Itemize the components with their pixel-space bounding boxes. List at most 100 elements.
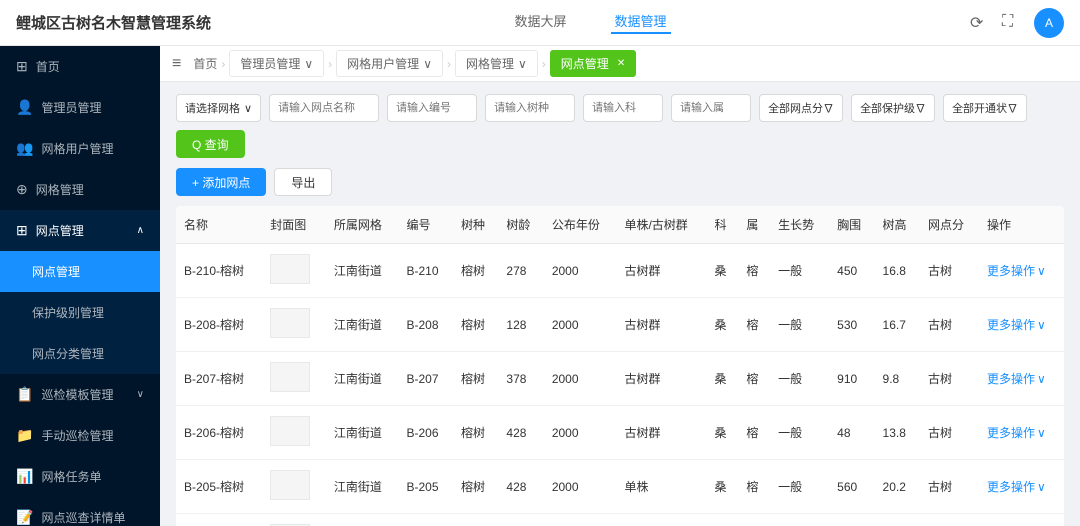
ops-chevron-icon: ∨ [1037, 318, 1046, 332]
cell-growth: 较差 [770, 514, 829, 526]
sidebar-item-patrol-detail[interactable]: 📝 网点巡查详情单 [0, 497, 160, 526]
col-ke: 科 [707, 206, 739, 244]
ops-chevron-icon: ∨ [1037, 480, 1046, 494]
cell-shu: 榕 [738, 352, 770, 406]
app-header: 鲤城区古树名木智慧管理系统 数据大屏 数据管理 ⟳ ⛶ A [0, 0, 1080, 46]
ops-chevron-icon: ∨ [1037, 426, 1046, 440]
nav-data-screen[interactable]: 数据大屏 [510, 11, 570, 34]
cell-year: 2000 [544, 244, 617, 298]
export-button[interactable]: 导出 [274, 168, 332, 196]
sidebar-item-patrol-template[interactable]: 📋 巡检模板管理 ∨ [0, 374, 160, 415]
cell-shu: 榕 [738, 514, 770, 526]
cell-height: 14.2 [875, 514, 920, 526]
node-no-input[interactable] [387, 94, 477, 122]
table-row: B-206-榕树 江南街道 B-206 榕树 428 2000 古树群 桑 榕 … [176, 406, 1064, 460]
cell-ke: 桑 [707, 406, 739, 460]
cell-ops[interactable]: 更多操作 ∨ [979, 406, 1064, 460]
cell-shu: 榕 [738, 460, 770, 514]
more-ops-button[interactable]: 更多操作 ∨ [987, 478, 1056, 495]
cell-score: 古树 [920, 298, 979, 352]
cell-cover [262, 298, 326, 352]
sidebar-item-grid-task[interactable]: 📊 网格任务单 [0, 456, 160, 497]
cell-ops[interactable]: 更多操作 ∨ [979, 460, 1064, 514]
sidebar-item-home[interactable]: ⊞ 首页 [0, 46, 160, 87]
sidebar-toggle-icon[interactable]: ≡ [172, 55, 181, 73]
cell-ops[interactable]: 更多操作 ∨ [979, 514, 1064, 526]
more-ops-button[interactable]: 更多操作 ∨ [987, 262, 1056, 279]
cell-ke: 桑 [707, 244, 739, 298]
sidebar-item-admin[interactable]: 👤 管理员管理 [0, 87, 160, 128]
col-ops: 操作 [979, 206, 1064, 244]
cell-network: 常泰街道 [326, 514, 399, 526]
breadcrumb-tab-grid-manage[interactable]: 网格管理 ∨ [455, 50, 538, 77]
cell-name: B-206-榕树 [176, 406, 262, 460]
table-row: B-210-榕树 江南街道 B-210 榕树 278 2000 古树群 桑 榕 … [176, 244, 1064, 298]
avatar[interactable]: A [1034, 8, 1064, 38]
sidebar-item-node-list[interactable]: 网点管理 [0, 251, 160, 292]
cell-score: 古树 [920, 514, 979, 526]
col-tree-type: 树种 [453, 206, 498, 244]
protection-level-select[interactable]: 全部保护级∇ [851, 94, 935, 122]
fullscreen-icon[interactable]: ⛶ [1002, 13, 1022, 33]
more-ops-button[interactable]: 更多操作 ∨ [987, 424, 1056, 441]
more-ops-button[interactable]: 更多操作 ∨ [987, 370, 1056, 387]
sidebar-item-manual-patrol[interactable]: 📁 手动巡检管理 [0, 415, 160, 456]
cell-cover [262, 352, 326, 406]
shu-input[interactable] [671, 94, 751, 122]
cell-code: B-210 [398, 244, 453, 298]
cell-chest: 910 [829, 352, 874, 406]
sidebar-group-node-header[interactable]: ⊞ 网点管理 ∧ [0, 210, 160, 251]
cell-height: 16.8 [875, 244, 920, 298]
sidebar-item-grid-user[interactable]: 👥 网格用户管理 [0, 128, 160, 169]
cell-name: B-208-榕树 [176, 298, 262, 352]
col-shu: 属 [738, 206, 770, 244]
sidebar-item-protection-level[interactable]: 保护级别管理 [0, 292, 160, 333]
ops-chevron-icon: ∨ [1037, 372, 1046, 386]
cell-single-group: 单株 [616, 514, 706, 526]
cell-code: B-208 [398, 298, 453, 352]
add-node-button[interactable]: + 添加网点 [176, 168, 266, 196]
breadcrumb-tab-grid-user[interactable]: 网格用户管理 ∨ [336, 50, 443, 77]
sidebar-group-node: ⊞ 网点管理 ∧ 网点管理 保护级别管理 网点分类管理 [0, 210, 160, 374]
cell-height: 13.8 [875, 406, 920, 460]
table-header-row: 名称 封面图 所属网格 编号 树种 树龄 公布年份 单株/古树群 科 属 生长势… [176, 206, 1064, 244]
cell-tree-type: 榕树 [453, 244, 498, 298]
node-score-select[interactable]: 全部网点分∇ [759, 94, 843, 122]
refresh-icon[interactable]: ⟳ [970, 13, 990, 33]
cell-ke: 桑 [707, 298, 739, 352]
network-select[interactable]: 请选择网格 ∨ [176, 94, 261, 122]
cell-shu: 榕 [738, 298, 770, 352]
cell-ops[interactable]: 更多操作 ∨ [979, 244, 1064, 298]
cell-chest: 560 [829, 460, 874, 514]
open-status-select[interactable]: 全部开通状∇ [943, 94, 1027, 122]
breadcrumb-home[interactable]: 首页 [193, 55, 217, 72]
col-height: 树高 [875, 206, 920, 244]
network-select-dropdown-icon: ∨ [244, 102, 252, 115]
sidebar-item-node-category[interactable]: 网点分类管理 [0, 333, 160, 374]
home-icon: ⊞ [16, 58, 28, 75]
search-button[interactable]: Q 查询 [176, 130, 245, 158]
sidebar-item-grid-manage[interactable]: ⊕ 网格管理 [0, 169, 160, 210]
sidebar-item-admin-label: 管理员管理 [41, 99, 101, 116]
cell-height: 20.2 [875, 460, 920, 514]
breadcrumb-tab-node-manage[interactable]: 网点管理 ✕ [550, 50, 636, 77]
cell-code: B-204 [398, 514, 453, 526]
ke-input[interactable] [583, 94, 663, 122]
breadcrumb-tab-admin[interactable]: 管理员管理 ∨ [229, 50, 324, 77]
nav-data-manage[interactable]: 数据管理 [611, 11, 671, 34]
cell-height: 16.7 [875, 298, 920, 352]
patrol-detail-icon: 📝 [16, 509, 33, 526]
filter-bar: 请选择网格 ∨ 全部网点分∇ 全部保护级∇ 全部开通状∇ Q 查询 [176, 94, 1064, 158]
more-ops-button[interactable]: 更多操作 ∨ [987, 316, 1056, 333]
cell-ops[interactable]: 更多操作 ∨ [979, 352, 1064, 406]
cell-cover [262, 460, 326, 514]
node-name-input[interactable] [269, 94, 379, 122]
node-chevron-icon: ∧ [137, 225, 144, 236]
cell-year: 2000 [544, 460, 617, 514]
cell-ops[interactable]: 更多操作 ∨ [979, 298, 1064, 352]
sidebar-item-patrol-detail-label: 网点巡查详情单 [41, 509, 125, 526]
cell-network: 江南街道 [326, 298, 399, 352]
cell-age: 428 [498, 406, 543, 460]
tree-type-input[interactable] [485, 94, 575, 122]
breadcrumb-close-icon[interactable]: ✕ [617, 58, 625, 69]
